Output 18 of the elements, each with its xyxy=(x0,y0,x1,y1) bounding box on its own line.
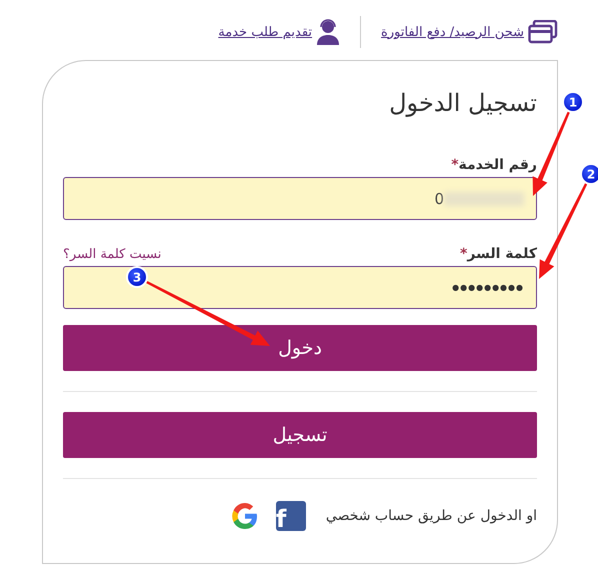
field-value: 0 xyxy=(434,190,444,208)
support-agent-icon xyxy=(316,19,340,45)
login-title: تسجيل الدخول xyxy=(388,89,537,117)
annotation-marker: 1 xyxy=(562,91,584,113)
top-link[interactable]: تقديم طلب خدمة xyxy=(218,24,312,40)
field-label: رقم الخدمة* xyxy=(451,157,537,173)
field-value: ●●●●●●●●● xyxy=(452,283,524,292)
credit-card-icon xyxy=(528,20,558,44)
service-number-field[interactable]: 0 xyxy=(63,177,537,220)
social-login-text: او الدخول عن طريق حساب شخصي xyxy=(326,508,537,524)
facebook-button[interactable]: f xyxy=(276,501,306,531)
register-button[interactable]: تسجيل xyxy=(63,412,537,458)
forgot-password-link[interactable]: نسيت كلمة السر؟ xyxy=(63,246,162,262)
login-button[interactable]: دخول xyxy=(63,325,537,371)
google-button[interactable] xyxy=(230,501,260,531)
annotation-marker: 2 xyxy=(580,163,598,185)
top-link[interactable]: شحن الرصيد/ دفع الفاتورة xyxy=(381,24,524,40)
field-label: كلمة السر* xyxy=(460,246,537,262)
